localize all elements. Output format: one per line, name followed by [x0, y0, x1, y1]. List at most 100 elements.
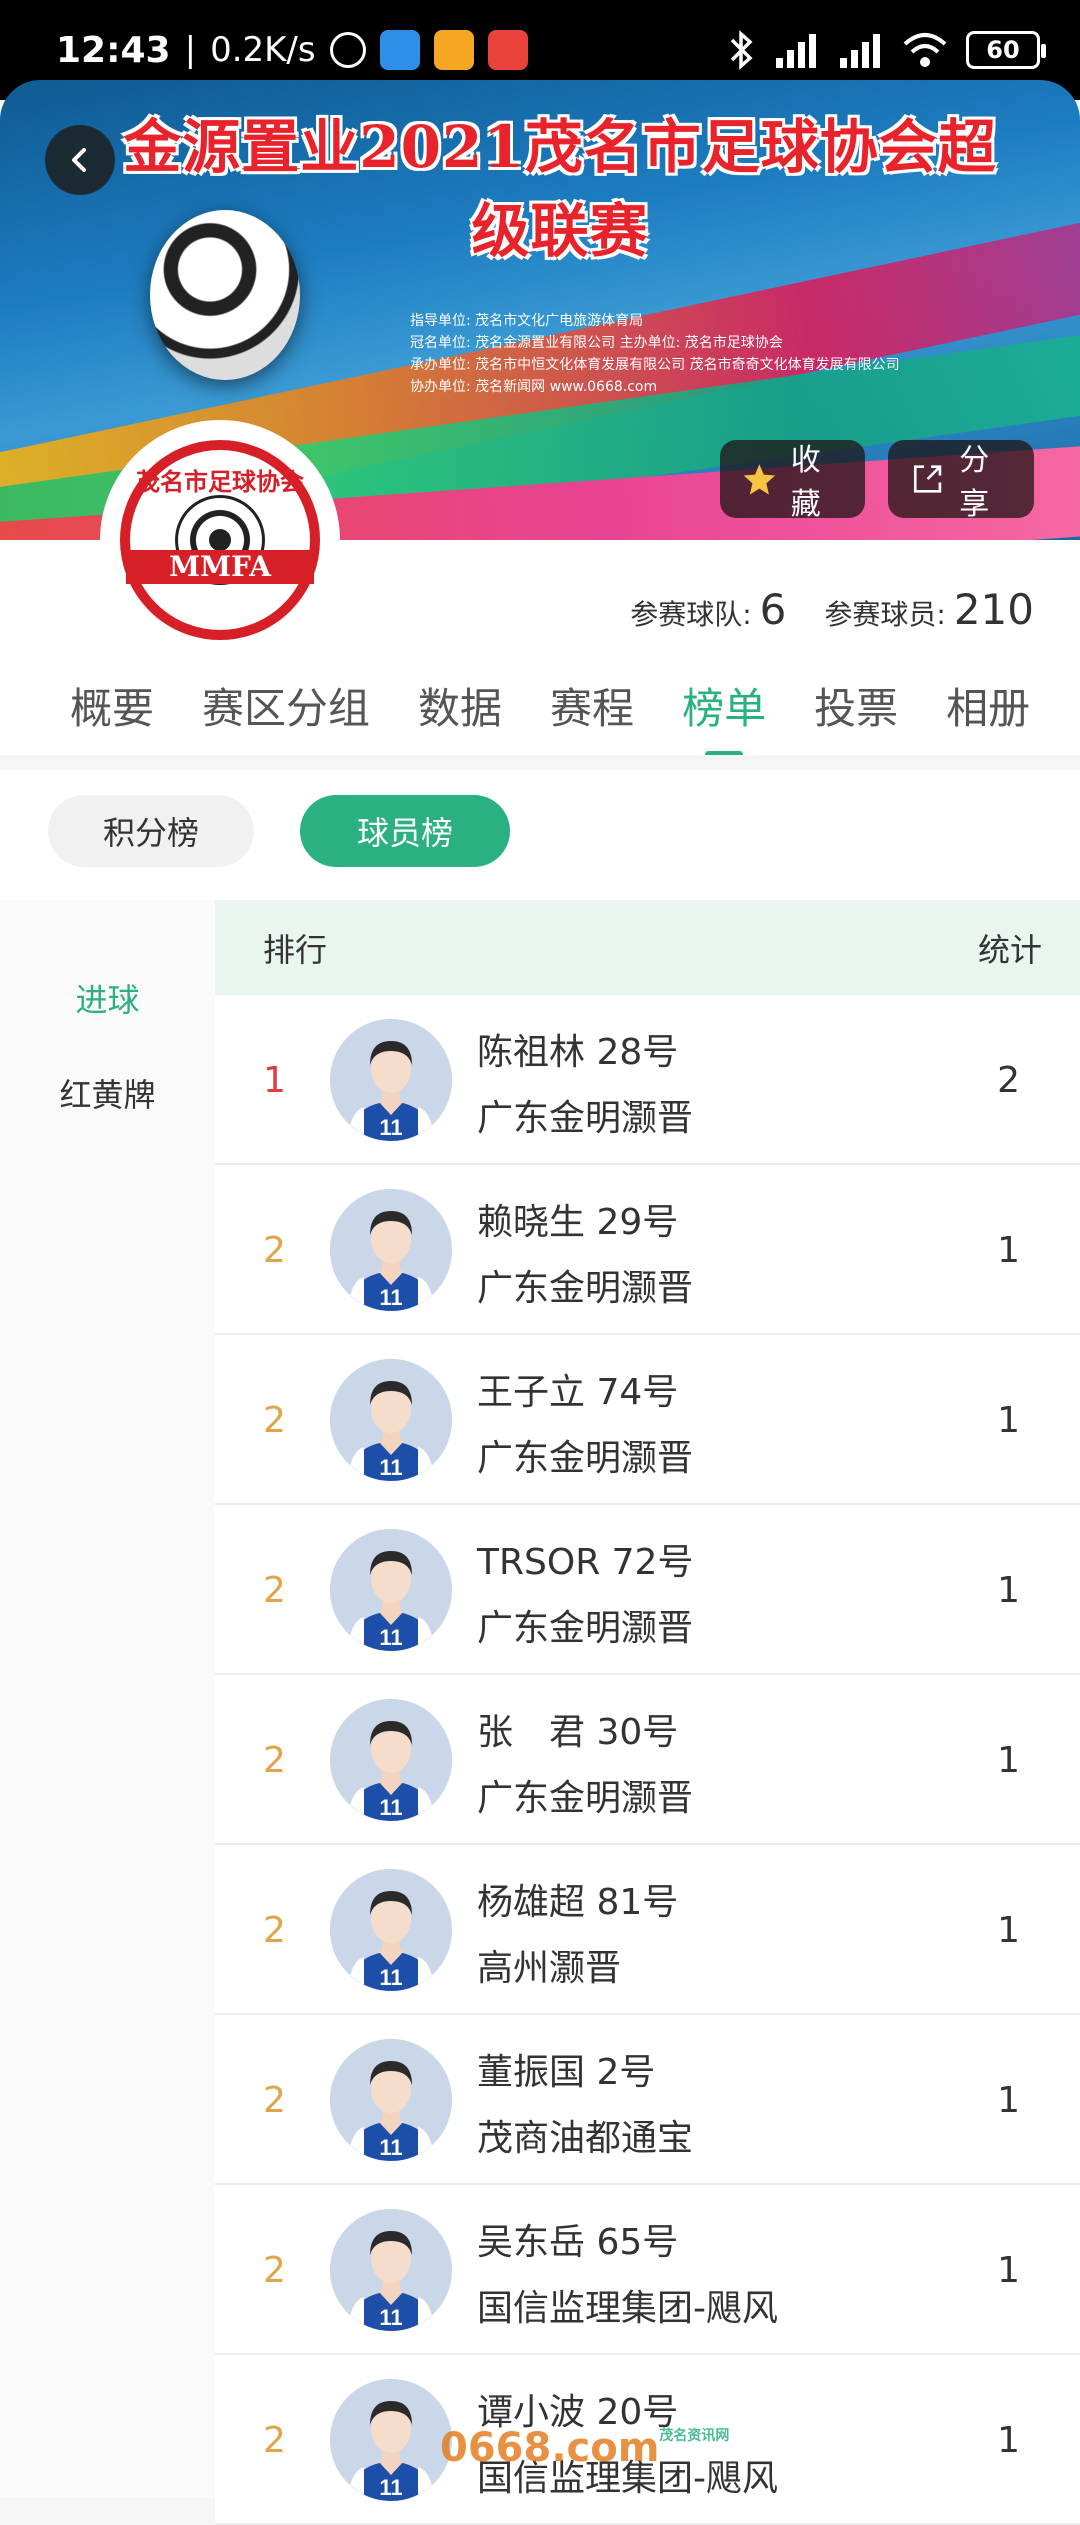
points-table-button[interactable]: 积分榜	[48, 795, 254, 867]
status-time: 12:43	[56, 29, 171, 71]
stat-value: 1	[997, 1739, 1020, 1781]
stat-value: 1	[997, 2419, 1020, 2461]
table-row[interactable]: 2 11 杨雄超 81号 高州灏晋 1	[215, 1845, 1080, 2015]
svg-text:11: 11	[379, 2475, 402, 2500]
rank-value: 2	[263, 2079, 286, 2121]
team-count: 参赛球队: 6	[630, 585, 786, 634]
player-team: 广东金明灏晋	[477, 1608, 694, 1649]
stat-value: 1	[997, 1399, 1020, 1441]
svg-text:11: 11	[379, 1795, 402, 1820]
watermark-subtext: 茂名资讯网	[659, 2428, 730, 2444]
side-item-goals[interactable]: 进球	[0, 975, 215, 1021]
player-name: 董振国 2号	[477, 2052, 656, 2093]
table-row[interactable]: 2 11 吴东岳 65号 国信监理集团-飓风 1	[215, 2185, 1080, 2355]
tab-rankings[interactable]: 榜单	[682, 675, 766, 736]
avatar: 11	[330, 2379, 452, 2501]
table-row[interactable]: 2 11 张 君 30号 广东金明灏晋 1	[215, 1675, 1080, 1845]
player-team: 广东金明灏晋	[477, 1098, 694, 1139]
player-team: 茂商油都通宝	[477, 2118, 694, 2159]
logo-text: 茂名市足球协会	[136, 468, 304, 496]
status-divider: |	[184, 30, 197, 70]
status-right: 60	[728, 30, 1046, 70]
collect-label: 收藏	[790, 443, 821, 522]
svg-text:11: 11	[379, 1285, 402, 1310]
stat-value: 1	[997, 2079, 1020, 2121]
avatar: 11	[330, 1869, 452, 1991]
tab-schedule[interactable]: 赛程	[550, 675, 634, 736]
rank-value: 1	[263, 1059, 286, 1101]
svg-text:11: 11	[379, 2135, 402, 2160]
player-count-label: 参赛球员:	[824, 598, 946, 631]
network-speed: 0.2K/s	[210, 30, 316, 70]
tab-groups[interactable]: 赛区分组	[202, 675, 370, 736]
app-notification-icon	[433, 30, 474, 70]
player-count-value: 210	[953, 585, 1034, 634]
rank-value: 2	[263, 1909, 286, 1951]
player-name: 赖晓生 29号	[477, 1202, 679, 1243]
table-row[interactable]: 2 11 TRSOR 72号 广东金明灏晋 1	[215, 1505, 1080, 1675]
ranking-table-header: 排行 统计	[215, 900, 1080, 995]
signal-icon	[776, 34, 816, 68]
player-team: 广东金明灏晋	[477, 1438, 694, 1479]
rank-value: 2	[263, 1739, 286, 1781]
wifi-icon	[903, 33, 947, 67]
svg-text:11: 11	[379, 1115, 402, 1140]
svg-text:11: 11	[379, 2305, 402, 2330]
banner-sponsor-line: 冠名单位: 茂名金源置业有限公司 主办单位: 茂名市足球协会	[410, 335, 783, 351]
player-name: 王子立 74号	[477, 1372, 679, 1413]
player-team: 广东金明灏晋	[477, 1778, 694, 1819]
chevron-left-icon	[72, 148, 86, 172]
share-label: 分享	[959, 443, 990, 522]
tab-overview[interactable]: 概要	[70, 675, 154, 736]
mmfa-emblem: 茂名市足球协会 MMFA	[120, 440, 320, 640]
logo-band: MMFA	[126, 550, 314, 584]
player-name: 陈祖林 28号	[477, 1032, 679, 1073]
watermark-text: 0668.com	[440, 2425, 660, 2471]
table-row[interactable]: 2 11 赖晓生 29号 广东金明灏晋 1	[215, 1165, 1080, 1335]
player-name: 吴东岳 65号	[477, 2222, 679, 2263]
table-row[interactable]: 2 11 董振国 2号 茂商油都通宝 1	[215, 2015, 1080, 2185]
player-team: 国信监理集团-飓风	[477, 2288, 778, 2329]
team-count-value: 6	[759, 585, 787, 634]
banner-sponsor-line: 指导单位: 茂名市文化广电旅游体育局	[410, 313, 644, 329]
collect-button[interactable]: 收藏	[720, 440, 865, 522]
back-button[interactable]	[45, 125, 115, 195]
avatar: 11	[330, 1189, 452, 1311]
avatar: 11	[330, 2209, 452, 2331]
app-notification-icon	[379, 30, 420, 70]
rank-value: 2	[263, 1399, 286, 1441]
player-ranking-button[interactable]: 球员榜	[300, 795, 510, 867]
svg-text:11: 11	[379, 1965, 402, 1990]
stat-value: 1	[997, 1909, 1020, 1951]
avatar: 11	[330, 2039, 452, 2161]
banner-title: 金源置业2021茂名市足球协会超级联赛	[123, 113, 997, 265]
avatar: 11	[330, 1019, 452, 1141]
banner-sponsor-line: 承办单位: 茂名市中恒文化体育发展有限公司 茂名市奇奇文化体育发展有限公司	[410, 357, 900, 373]
svg-text:11: 11	[379, 1455, 402, 1480]
banner-sponsor-text: 指导单位: 茂名市文化广电旅游体育局 冠名单位: 茂名金源置业有限公司 主办单位…	[410, 310, 900, 398]
table-row[interactable]: 2 11 王子立 74号 广东金明灏晋 1	[215, 1335, 1080, 1505]
tab-data[interactable]: 数据	[418, 675, 502, 736]
player-count: 参赛球员: 210	[824, 585, 1034, 634]
stat-value: 1	[997, 2249, 1020, 2291]
stat-value: 2	[997, 1059, 1020, 1101]
bluetooth-icon	[730, 30, 753, 70]
share-button[interactable]: 分享	[888, 440, 1034, 522]
battery-icon: 60	[966, 31, 1046, 69]
rank-value: 2	[263, 2249, 286, 2291]
side-item-cards[interactable]: 红黄牌	[0, 1070, 215, 1116]
tab-vote[interactable]: 投票	[814, 675, 898, 736]
avatar: 11	[330, 1529, 452, 1651]
player-team: 广东金明灏晋	[477, 1268, 694, 1309]
svg-text:11: 11	[379, 1625, 402, 1650]
participant-counts: 参赛球队: 6 参赛球员: 210	[630, 585, 1034, 634]
rank-column-header: 排行	[263, 930, 328, 969]
table-row[interactable]: 1 11 陈祖林 28号 广东金明灏晋 2	[215, 995, 1080, 1165]
star-icon	[743, 464, 776, 495]
rank-value: 2	[263, 1229, 286, 1271]
status-left: 12:43 | 0.2K/s	[56, 30, 728, 71]
tab-album[interactable]: 相册	[946, 675, 1030, 736]
main-tabs: 概要 赛区分组 数据 赛程 榜单 投票 相册	[0, 655, 1080, 755]
player-name: 杨雄超 81号	[477, 1882, 679, 1923]
ranking-side-nav: 进球 红黄牌	[0, 900, 215, 2498]
